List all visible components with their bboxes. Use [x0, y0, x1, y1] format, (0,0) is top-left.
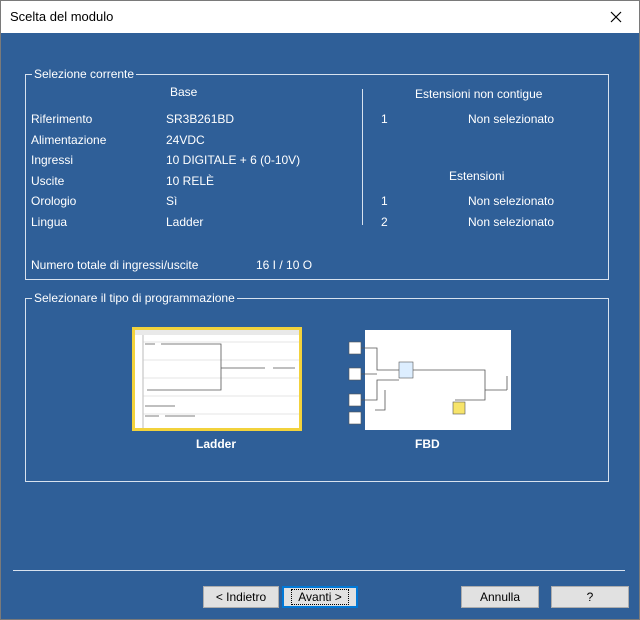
extension-2-num: 2 [381, 215, 388, 229]
fbd-label: FBD [415, 437, 440, 451]
row-label-power: Alimentazione [31, 133, 107, 147]
base-header: Base [170, 85, 198, 99]
row-value-power: 24VDC [166, 133, 205, 147]
programming-type-legend: Selezionare il tipo di programmazione [34, 291, 235, 305]
non-contiguous-num: 1 [381, 112, 388, 126]
title-bar: Scelta del modulo [1, 1, 639, 33]
dialog-content: Selezione corrente Base Riferimento SR3B… [1, 33, 639, 619]
row-value-clock: Sì [166, 194, 178, 208]
non-contiguous-header: Estensioni non contigue [415, 87, 543, 101]
row-label-language: Lingua [31, 215, 68, 229]
row-label-reference: Riferimento [31, 112, 93, 126]
fbd-option[interactable] [345, 330, 511, 430]
programming-type-group: Selezionare il tipo di programmazione [25, 291, 609, 482]
extensions-header: Estensioni [449, 169, 505, 183]
ladder-diagram-icon [135, 330, 299, 428]
total-io-value: 16 I / 10 O [256, 258, 313, 272]
ladder-label: Ladder [196, 437, 237, 451]
ladder-option[interactable] [132, 327, 302, 431]
non-contiguous-value: Non selezionato [468, 112, 555, 126]
help-button[interactable]: ? [551, 586, 629, 608]
module-selection-dialog: Scelta del modulo Selezione corrente Bas… [0, 0, 640, 620]
total-io-label: Numero totale di ingressi/uscite [31, 258, 199, 272]
extension-1-num: 1 [381, 194, 388, 208]
next-button-label: Avanti > [291, 589, 349, 605]
row-value-inputs: 10 DIGITALE + 6 (0-10V) [166, 153, 301, 167]
back-button[interactable]: < Indietro [203, 586, 279, 608]
fbd-diagram-icon [345, 330, 508, 430]
next-button[interactable]: Avanti > [282, 586, 358, 608]
extension-2-value: Non selezionato [468, 215, 555, 229]
window-title: Scelta del modulo [10, 9, 114, 24]
bottom-separator [13, 570, 625, 571]
close-icon [610, 11, 622, 23]
close-button[interactable] [593, 1, 639, 33]
back-button-label: < Indietro [215, 590, 267, 604]
cancel-button[interactable]: Annulla [461, 586, 539, 608]
help-button-label: ? [586, 590, 594, 604]
row-label-inputs: Ingressi [31, 153, 74, 167]
row-label-outputs: Uscite [31, 174, 65, 188]
cancel-button-label: Annulla [479, 590, 521, 604]
extension-1-value: Non selezionato [468, 194, 555, 208]
row-value-language: Ladder [166, 215, 204, 229]
row-value-outputs: 10 RELÈ [166, 174, 215, 188]
current-selection-legend: Selezione corrente [34, 67, 135, 81]
row-label-clock: Orologio [31, 194, 77, 208]
row-value-reference: SR3B261BD [166, 112, 235, 126]
column-divider [362, 89, 363, 225]
